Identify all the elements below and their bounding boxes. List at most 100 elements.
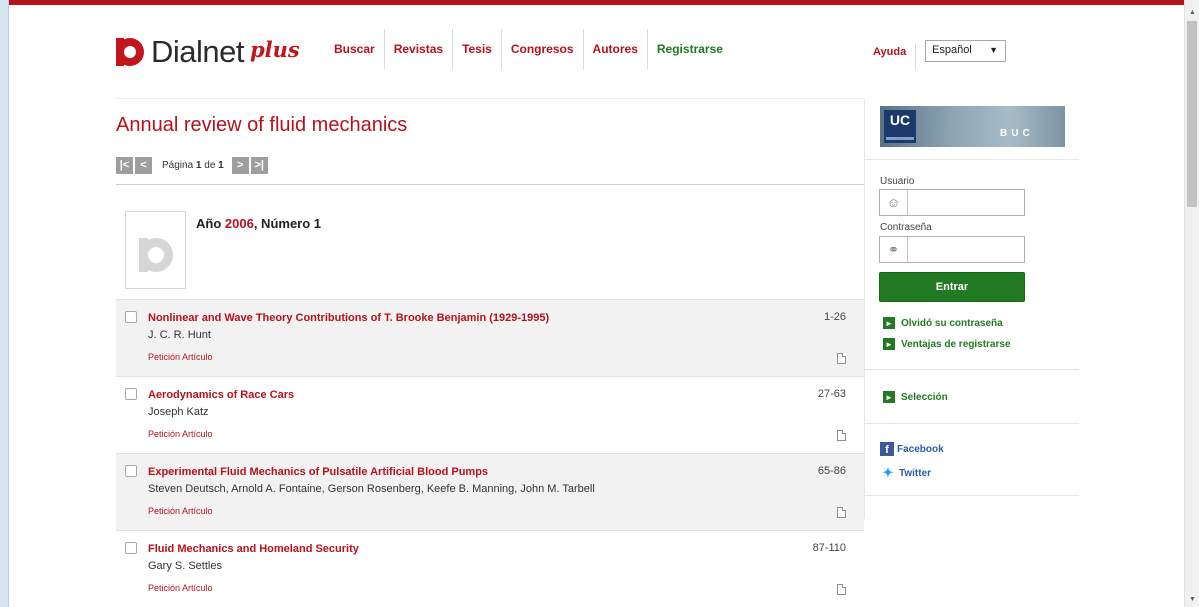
arrow-right-icon: ►: [883, 391, 895, 403]
document-icon[interactable]: [837, 430, 846, 441]
article-request-link[interactable]: Petición Artículo: [148, 429, 213, 439]
password-label: Contraseña: [880, 222, 932, 233]
twitter-label: Twitter: [899, 467, 932, 479]
nav-autores[interactable]: Autores: [584, 29, 648, 69]
issue-cover-placeholder: [125, 211, 186, 289]
article-title[interactable]: Nonlinear and Wave Theory Contributions …: [148, 312, 549, 324]
issue-number: 1: [313, 216, 322, 231]
vertical-scrollbar[interactable]: ▲ ▼: [1184, 0, 1199, 607]
prev-page-button[interactable]: <: [135, 156, 152, 174]
twitter-link[interactable]: ✦ Twitter: [880, 465, 932, 480]
article-title[interactable]: Aerodynamics of Race Cars: [148, 389, 294, 401]
user-icon: ☺: [880, 190, 908, 215]
user-field[interactable]: ☺: [879, 189, 1025, 216]
article-row: Aerodynamics of Race Cars Joseph Katz Pe…: [116, 376, 864, 453]
arrow-right-icon: ►: [883, 338, 895, 350]
article-pages: 1-26: [823, 311, 846, 323]
nav-buscar[interactable]: Buscar: [325, 29, 385, 69]
login-button[interactable]: Entrar: [879, 272, 1025, 302]
page-indicator: Página 1 de 1: [162, 160, 224, 171]
scrollbar-thumb[interactable]: [1187, 21, 1197, 207]
article-authors: J. C. R. Hunt: [148, 329, 211, 341]
sidebar-rule: [865, 369, 1079, 370]
sidebar-rule: [865, 423, 1079, 424]
selection-link[interactable]: ► Selección: [883, 391, 948, 403]
nav-congresos[interactable]: Congresos: [502, 29, 584, 69]
article-row: Fluid Mechanics and Homeland Security Ga…: [116, 530, 864, 607]
nav-revistas-label: Revistas: [393, 42, 444, 56]
brand-name: Dialnet: [151, 34, 245, 69]
article-checkbox[interactable]: [125, 311, 137, 323]
nav-congresos-label: Congresos: [510, 42, 574, 56]
article-list: Nonlinear and Wave Theory Contributions …: [116, 299, 864, 607]
arrow-right-icon: ►: [883, 317, 895, 329]
password-field[interactable]: ⚭: [879, 236, 1025, 263]
first-page-button[interactable]: |<: [116, 156, 133, 174]
article-authors: Gary S. Settles: [148, 560, 222, 572]
article-title[interactable]: Fluid Mechanics and Homeland Security: [148, 543, 359, 555]
pagination-divider: [116, 184, 864, 185]
article-row: Experimental Fluid Mechanics of Pulsatil…: [116, 453, 864, 530]
article-authors: Steven Deutsch, Arnold A. Fontaine, Gers…: [148, 483, 595, 495]
issue-year-label: Año: [196, 216, 222, 231]
top-accent-bar: [9, 0, 1184, 5]
chevron-right-icon: >: [237, 159, 244, 171]
first-page-icon: |<: [119, 159, 130, 171]
nav-tesis-label: Tesis: [462, 42, 492, 56]
article-request-link[interactable]: Petición Artículo: [148, 352, 213, 362]
window-edge: [0, 0, 9, 607]
article-checkbox[interactable]: [125, 388, 137, 400]
register-benefits-link[interactable]: ► Ventajas de registrarse: [883, 338, 1011, 350]
dialnet-placeholder-icon: [139, 238, 173, 272]
page-title: Annual review of fluid mechanics: [116, 114, 408, 136]
sidebar-divider: [864, 99, 865, 519]
sidebar-rule: [865, 159, 1079, 160]
last-page-icon: >|: [254, 159, 264, 171]
nav-tesis[interactable]: Tesis: [453, 29, 502, 69]
uc-logo: UC: [884, 110, 916, 143]
article-authors: Joseph Katz: [148, 406, 209, 418]
facebook-label: Facebook: [897, 443, 944, 455]
register-benefits-label: Ventajas de registrarse: [901, 338, 1011, 350]
scroll-up-icon[interactable]: ▲: [1185, 5, 1199, 20]
article-pages: 65-86: [817, 465, 846, 477]
language-select[interactable]: Español ▼: [925, 40, 1006, 62]
nav-registrarse[interactable]: Registrarse: [648, 29, 732, 69]
facebook-link[interactable]: f Facebook: [880, 442, 944, 456]
user-label: Usuario: [880, 176, 915, 187]
dialnet-logo[interactable]: Dialnet plus: [116, 34, 300, 69]
issue-number-label: , Número: [253, 216, 311, 231]
nav-registrarse-label: Registrarse: [656, 42, 723, 56]
document-icon[interactable]: [837, 507, 846, 518]
facebook-icon: f: [880, 442, 894, 456]
issue-heading: Año 2006, Número 1: [196, 216, 321, 231]
institution-banner[interactable]: UC BUC: [880, 106, 1065, 147]
nav-autores-label: Autores: [592, 42, 638, 56]
nav-buscar-label: Buscar: [334, 42, 375, 56]
browser-viewport: Dialnet plus Buscar Revistas Tesis Congr…: [0, 0, 1199, 607]
next-page-button[interactable]: >: [231, 156, 249, 174]
nav-revistas[interactable]: Revistas: [385, 29, 454, 69]
header-divider: [116, 98, 864, 99]
page-sep: de: [204, 159, 216, 171]
article-title[interactable]: Experimental Fluid Mechanics of Pulsatil…: [148, 466, 488, 478]
page-prefix: Página: [162, 159, 194, 171]
scroll-down-icon[interactable]: ▼: [1185, 592, 1199, 607]
sidebar-rule: [865, 495, 1079, 496]
selection-label: Selección: [901, 391, 948, 403]
article-request-link[interactable]: Petición Artículo: [148, 506, 213, 516]
article-row: Nonlinear and Wave Theory Contributions …: [116, 299, 864, 376]
forgot-password-label: Olvidó su contraseña: [901, 317, 1003, 329]
document-icon[interactable]: [837, 353, 846, 364]
forgot-password-link[interactable]: ► Olvidó su contraseña: [883, 317, 1003, 329]
last-page-button[interactable]: >|: [250, 156, 268, 174]
document-icon[interactable]: [837, 584, 846, 595]
help-link[interactable]: Ayuda: [873, 44, 917, 70]
article-checkbox[interactable]: [125, 542, 137, 554]
page-current: 1: [195, 159, 202, 171]
buc-label: BUC: [1000, 128, 1034, 139]
article-checkbox[interactable]: [125, 465, 137, 477]
article-request-link[interactable]: Petición Artículo: [148, 583, 213, 593]
article-pages: 27-63: [817, 388, 846, 400]
main-nav: Buscar Revistas Tesis Congresos Autores …: [325, 29, 732, 69]
